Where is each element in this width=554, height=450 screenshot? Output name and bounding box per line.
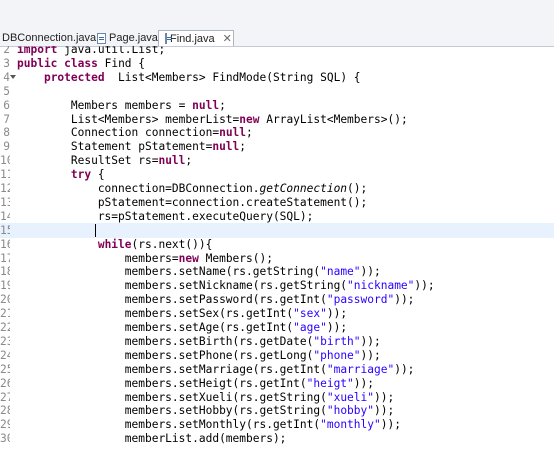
- code-line[interactable]: 7 List<Members> memberList=new ArrayList…: [0, 112, 554, 127]
- code-text: protected List<Members> FindMode(String …: [43, 70, 361, 84]
- code-line[interactable]: 16 while(rs.next()){: [0, 237, 554, 252]
- code-line[interactable]: 8 Connection connection=null;: [0, 125, 554, 140]
- code-line[interactable]: 4 protected List<Members> FindMode(Strin…: [0, 70, 554, 85]
- line-number: 26: [0, 376, 10, 390]
- code-text: members.setPassword(rs.getInt("password"…: [17, 293, 415, 307]
- code-text: members=new Members();: [17, 251, 273, 265]
- code-text: try {: [70, 168, 105, 182]
- line-number: 19: [0, 279, 10, 293]
- code-text: pStatement=connection.createStatement();: [17, 195, 368, 209]
- line-number: 24: [0, 348, 10, 362]
- line-number: 21: [0, 307, 10, 321]
- code-line[interactable]: 5: [0, 84, 554, 99]
- line-number: 16: [0, 237, 10, 251]
- code-text: members.setBirth(rs.getDate("birth"));: [17, 334, 381, 348]
- java-file-icon: [97, 32, 106, 44]
- code-line[interactable]: 3 public class Find {: [0, 56, 554, 71]
- code-line[interactable]: 18 members.setName(rs.getString("name"))…: [0, 264, 554, 279]
- code-text: members.setMonthly(rs.getInt("monthly"))…: [17, 418, 401, 432]
- text-caret: [95, 223, 96, 237]
- code-line[interactable]: 11 try {: [0, 167, 554, 182]
- code-text: memberList.add(members);: [17, 432, 287, 446]
- code-text: rs=pStatement.executeQuery(SQL);: [17, 209, 314, 223]
- line-number: 9: [3, 140, 10, 154]
- line-number: 7: [3, 112, 10, 126]
- line-number: 13: [0, 195, 10, 209]
- line-number: 23: [0, 334, 10, 348]
- line-number: 8: [3, 126, 10, 140]
- code-line[interactable]: 22 members.setAge(rs.getInt("age"));: [0, 320, 554, 335]
- code-line[interactable]: 19 members.setNickname(rs.getString("nic…: [0, 278, 554, 293]
- code-text: while(rs.next()){: [97, 237, 213, 251]
- code-line[interactable]: 25 members.setMarriage(rs.getInt("marria…: [0, 362, 554, 377]
- code-text: Connection connection=null;: [17, 126, 253, 140]
- code-text: ResultSet rs=null;: [17, 154, 193, 168]
- line-number: 27: [0, 390, 10, 404]
- code-text: members.setMarriage(rs.getInt("marriage"…: [17, 362, 415, 376]
- line-number: 3: [3, 56, 10, 70]
- code-text: members.setHobby(rs.getString("hobby"));: [17, 404, 395, 418]
- line-number: 4: [3, 70, 10, 84]
- code-text: public class Find {: [17, 56, 146, 70]
- line-number: 18: [0, 265, 10, 279]
- code-text: members.setName(rs.getString("name"));: [17, 265, 381, 279]
- tab-find-java[interactable]: Find.java ✕: [158, 30, 234, 46]
- code-text: Members members = null;: [17, 98, 226, 112]
- code-text: members.setHeigt(rs.getInt("heigt"));: [17, 376, 374, 390]
- code-line[interactable]: 9 Statement pStatement=null;: [0, 139, 554, 154]
- code-text: members.setXueli(rs.getString("xueli"));: [17, 390, 395, 404]
- code-line[interactable]: 6 Members members = null;: [0, 98, 554, 113]
- code-text: members.setPhone(rs.getLong("phone"));: [17, 348, 381, 362]
- tab-label: DBConnection.java: [2, 32, 97, 44]
- code-line[interactable]: 13 pStatement=connection.createStatement…: [0, 195, 554, 210]
- tab-page-java[interactable]: Page.java: [97, 30, 158, 46]
- code-line[interactable]: 26 members.setHeigt(rs.getInt("heigt"));: [0, 376, 554, 391]
- line-number: 15: [0, 223, 10, 237]
- code-text: Statement pStatement=null;: [17, 140, 247, 154]
- code-line[interactable]: 12 connection=DBConnection.getConnection…: [0, 181, 554, 196]
- line-number: 28: [0, 404, 10, 418]
- tab-label: Page.java: [109, 32, 158, 44]
- code-line[interactable]: 29 members.setMonthly(rs.getInt("monthly…: [0, 417, 554, 432]
- code-text: members.setNickname(rs.getString("nickna…: [17, 279, 435, 293]
- line-number: 20: [0, 293, 10, 307]
- code-line[interactable]: 30 memberList.add(members);: [0, 431, 554, 446]
- code-line[interactable]: 28 members.setHobby(rs.getString("hobby"…: [0, 403, 554, 418]
- code-line[interactable]: 20 members.setPassword(rs.getInt("passwo…: [0, 292, 554, 307]
- code-line[interactable]: 15: [0, 222, 554, 238]
- line-number: 25: [0, 362, 10, 376]
- code-line[interactable]: 21 members.setSex(rs.getInt("sex"));: [0, 306, 554, 321]
- line-number: 10: [0, 154, 10, 168]
- code-line[interactable]: 10 ResultSet rs=null;: [0, 153, 554, 168]
- fold-marker-icon[interactable]: [10, 74, 16, 79]
- line-number: 14: [0, 209, 10, 223]
- line-number: 12: [0, 182, 10, 195]
- line-number: 6: [3, 98, 10, 112]
- code-line[interactable]: 24 members.setPhone(rs.getLong("phone"))…: [0, 348, 554, 363]
- code-line[interactable]: 17 members=new Members();: [0, 251, 554, 266]
- code-editor[interactable]: 2 import java.util.List; 3 public class Fin…: [0, 46, 554, 450]
- line-number: 11: [0, 168, 10, 182]
- code-text: members.setSex(rs.getInt("sex"));: [17, 307, 348, 321]
- tab-dbconnection-java[interactable]: DBConnection.java: [2, 30, 96, 46]
- close-tab-icon[interactable]: ✕: [223, 32, 232, 45]
- line-number: 22: [0, 321, 10, 334]
- java-file-icon: [165, 33, 172, 44]
- line-number: 17: [0, 251, 10, 265]
- code-line[interactable]: 14 rs=pStatement.executeQuery(SQL);: [0, 209, 554, 224]
- code-line[interactable]: 23 members.setBirth(rs.getDate("birth"))…: [0, 334, 554, 349]
- tab-label: Find.java: [170, 32, 215, 45]
- code-text: List<Members> memberList=new ArrayList<M…: [17, 112, 408, 126]
- code-text: members.setAge(rs.getInt("age"));: [17, 321, 348, 334]
- line-number: 29: [0, 418, 10, 432]
- line-number: 5: [3, 84, 10, 98]
- line-number: 30: [0, 432, 10, 446]
- editor-tab-bar: DBConnection.java Page.java Find.java ✕: [0, 0, 554, 47]
- code-line[interactable]: 27 members.setXueli(rs.getString("xueli"…: [0, 390, 554, 405]
- code-text: connection=DBConnection.getConnection();: [17, 182, 368, 195]
